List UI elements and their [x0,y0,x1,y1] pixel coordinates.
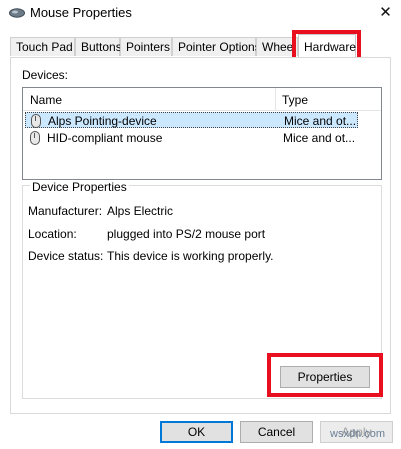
tab-pointers[interactable]: Pointers [120,37,172,56]
list-item[interactable]: Alps Pointing-device Mice and ot... [25,112,358,128]
window-title: Mouse Properties [30,5,132,20]
device-type: Mice and ot... [283,131,356,145]
column-name-header[interactable]: Name [30,93,62,107]
location-value: plugged into PS/2 mouse port [107,227,266,241]
tab-pointer-options[interactable]: Pointer Options [172,37,261,56]
device-status-value: This device is working properly. [107,249,274,263]
tab-buttons[interactable]: Buttons [75,37,122,56]
devices-label: Devices: [22,68,69,82]
devices-list[interactable]: Name Type Alps Pointing-device Mice and … [22,87,382,180]
device-name: HID-compliant mouse [47,131,163,145]
list-item[interactable]: HID-compliant mouse Mice and ot... [25,130,358,146]
mouse-device-icon [31,114,41,128]
close-icon: ✕ [379,4,392,21]
ok-button[interactable]: OK [160,421,233,443]
title-bar: Mouse Properties ✕ [0,0,401,28]
properties-button[interactable]: Properties [280,366,370,388]
manufacturer-value: Alps Electric [107,204,174,218]
tab-touch-pad[interactable]: Touch Pad [10,37,75,56]
watermark: wsxdn.com [330,428,386,440]
location-label: Location: [28,227,77,241]
device-type: Mice and ot... [284,114,357,128]
list-header: Name Type [23,88,381,111]
mouse-icon [9,8,25,18]
mouse-device-icon [30,131,40,145]
device-name: Alps Pointing-device [48,114,157,128]
device-properties-label: Device Properties [30,180,129,194]
cancel-button[interactable]: Cancel [240,421,313,443]
manufacturer-label: Manufacturer: [28,204,103,218]
column-type-header[interactable]: Type [282,93,308,107]
device-status-label: Device status: [28,249,104,263]
column-divider[interactable] [275,88,276,110]
close-button[interactable]: ✕ [370,0,401,26]
tab-hardware[interactable]: Hardware [298,34,356,57]
tab-wheel[interactable]: Wheel [256,37,298,56]
